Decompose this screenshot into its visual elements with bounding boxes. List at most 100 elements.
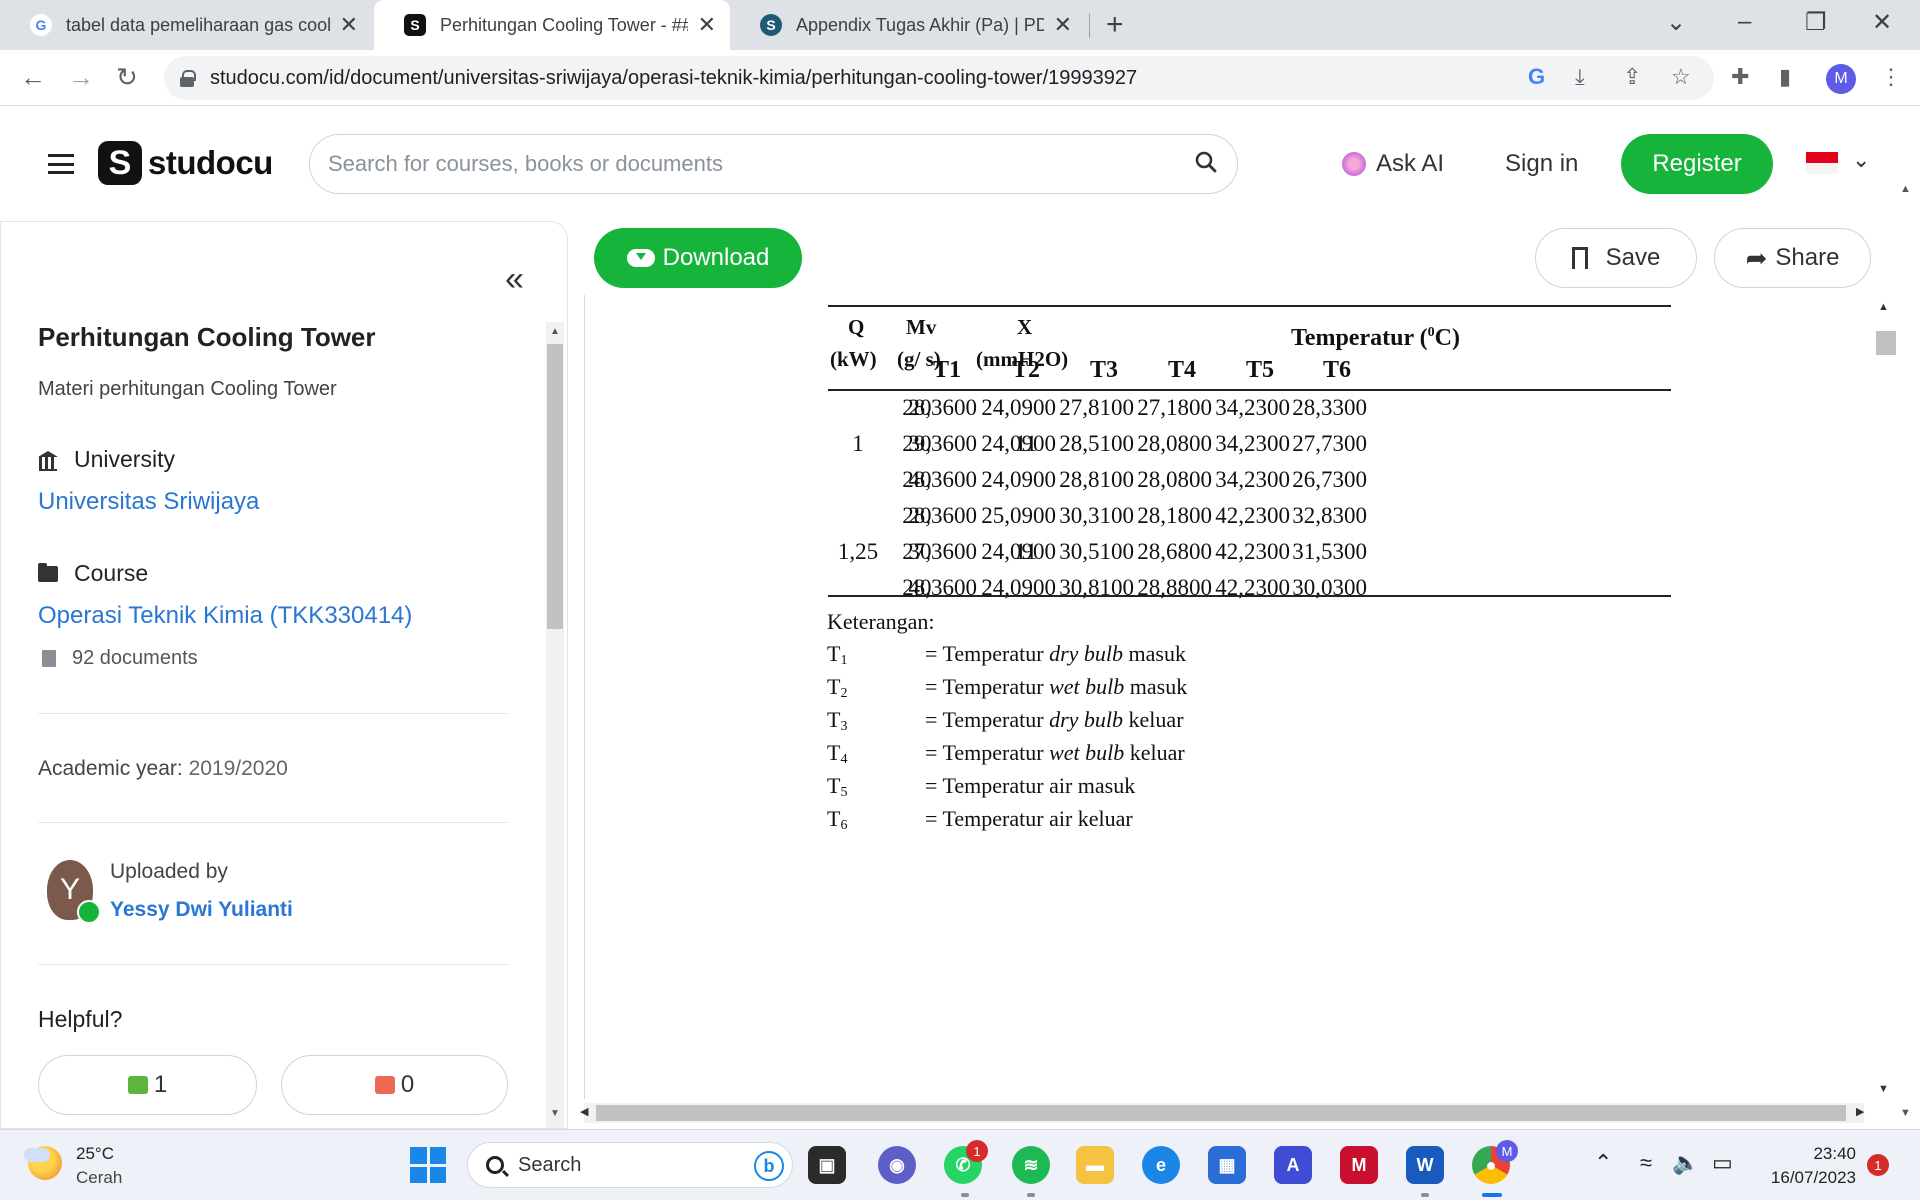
cell-t4: 28,1800: [1137, 503, 1212, 528]
cell-t3: 27,8100: [1059, 395, 1134, 420]
new-tab-plus-icon[interactable]: +: [1106, 8, 1124, 42]
weather-sun-cloud-icon[interactable]: [24, 1146, 62, 1180]
weather-condition[interactable]: Cerah: [76, 1168, 122, 1188]
language-chevron-down-icon[interactable]: ⌄: [1852, 147, 1870, 173]
bookmark-star-icon[interactable]: ☆: [1671, 64, 1691, 90]
tab-perhitungan-cooling-tower[interactable]: S Perhitungan Cooling Tower - ### ✕: [374, 0, 730, 50]
cell-t3: 30,8100: [1059, 575, 1134, 600]
indonesia-flag-icon[interactable]: [1806, 152, 1838, 174]
download-button[interactable]: Download: [594, 228, 802, 288]
microsoft-store-icon[interactable]: ▦: [1208, 1146, 1246, 1184]
upvote-button[interactable]: 1: [38, 1055, 257, 1115]
studocu-favicon-icon: S: [404, 14, 426, 36]
app-a-icon[interactable]: A: [1274, 1146, 1312, 1184]
task-view-icon[interactable]: ▣: [808, 1146, 846, 1184]
search-icon[interactable]: [1195, 151, 1217, 173]
save-button[interactable]: Save: [1535, 228, 1697, 288]
address-bar[interactable]: studocu.com/id/document/universitas-sriw…: [164, 56, 1714, 100]
profile-avatar[interactable]: M: [1826, 64, 1856, 94]
minimize-icon[interactable]: –: [1738, 8, 1751, 36]
sidebar-scrollbar-thumb[interactable]: [547, 344, 563, 629]
taskbar-search-box[interactable]: Search b: [467, 1142, 793, 1188]
close-tab-icon[interactable]: ✕: [1054, 12, 1072, 38]
course-link[interactable]: Operasi Teknik Kimia (TKK330414): [38, 602, 412, 630]
edge-icon[interactable]: e: [1142, 1146, 1180, 1184]
sidebar-scroll-down-icon[interactable]: ▼: [550, 1108, 560, 1119]
divider: [38, 713, 508, 714]
note-emphasis: dry bulb: [1049, 641, 1124, 666]
system-clock[interactable]: 23:40 16/07/2023: [1764, 1142, 1856, 1190]
note-symbol-subscript: 6: [840, 818, 848, 833]
note-emphasis: wet bulb: [1049, 674, 1125, 699]
viewer-scrollbar-thumb[interactable]: [1876, 331, 1896, 355]
share-page-icon[interactable]: ⇪: [1623, 64, 1641, 90]
viewer-scroll-down-icon[interactable]: ▼: [1878, 1083, 1889, 1095]
university-label: University: [38, 446, 175, 473]
close-tab-icon[interactable]: ✕: [340, 12, 358, 38]
note-text-end: masuk: [1123, 641, 1186, 666]
close-tab-icon[interactable]: ✕: [698, 12, 716, 38]
tab-separator: [1089, 14, 1090, 38]
page-scroll-up-icon[interactable]: ▲: [1900, 183, 1911, 195]
page-scroll-down-icon[interactable]: ▼: [1900, 1107, 1911, 1119]
wifi-icon[interactable]: ≈: [1640, 1150, 1652, 1176]
search-input[interactable]: [328, 151, 1188, 177]
course-label: Course: [38, 560, 148, 587]
show-hidden-icons-chevron-icon[interactable]: ⌃: [1594, 1150, 1612, 1176]
sidebar-scroll-up-icon[interactable]: ▲: [550, 326, 560, 337]
note-text: = Temperatur: [925, 740, 1050, 765]
uploader-name-link[interactable]: Yessy Dwi Yulianti: [110, 898, 293, 922]
chrome-menu-icon[interactable]: ⋮: [1880, 64, 1902, 90]
forward-arrow-icon[interactable]: →: [68, 62, 94, 93]
bing-icon[interactable]: b: [754, 1151, 784, 1181]
viewer-scrollbar-track[interactable]: [1873, 295, 1920, 1099]
volume-icon[interactable]: 🔈: [1672, 1150, 1699, 1176]
side-panel-icon[interactable]: ▮: [1779, 64, 1791, 90]
tab-appendix-tugas-akhir[interactable]: S Appendix Tugas Akhir (Pa) | PDF ✕: [730, 0, 1086, 50]
restore-icon[interactable]: ❐: [1805, 8, 1827, 37]
note-symbol-letter: T: [827, 740, 841, 765]
scroll-left-icon[interactable]: ◀: [580, 1105, 588, 1118]
reload-icon[interactable]: ↻: [116, 62, 138, 93]
notification-badge[interactable]: 1: [1867, 1154, 1889, 1176]
google-translate-icon[interactable]: G: [1528, 64, 1545, 90]
horizontal-scrollbar-thumb[interactable]: [596, 1105, 1846, 1121]
battery-icon[interactable]: ▭: [1712, 1150, 1733, 1176]
chrome-profile-badge: M: [1496, 1140, 1518, 1162]
url-text[interactable]: studocu.com/id/document/universitas-sriw…: [210, 67, 1137, 90]
cell-t1: 28,3600: [902, 467, 977, 492]
search-icon: [486, 1156, 504, 1174]
documents-count[interactable]: 92 documents: [42, 647, 198, 670]
studocu-logo[interactable]: S studocu: [98, 141, 273, 185]
spotify-icon[interactable]: ≋: [1012, 1146, 1050, 1184]
install-app-icon[interactable]: ⤓: [1575, 64, 1585, 90]
word-icon[interactable]: W: [1406, 1146, 1444, 1184]
share-button[interactable]: ➦ Share: [1714, 228, 1871, 288]
tab-tabel-data[interactable]: G tabel data pemeliharaan gas cool ✕: [0, 0, 372, 50]
close-window-icon[interactable]: ✕: [1872, 8, 1892, 37]
extensions-puzzle-icon[interactable]: ✚: [1731, 64, 1749, 90]
teams-chat-icon[interactable]: ◉: [878, 1146, 916, 1184]
ask-ai-button[interactable]: Ask AI: [1342, 150, 1444, 178]
cell-t1: 28,3600: [902, 575, 977, 600]
university-link[interactable]: Universitas Sriwijaya: [38, 488, 259, 516]
temp-suffix: C): [1434, 325, 1460, 351]
downvote-button[interactable]: 0: [281, 1055, 508, 1115]
register-button[interactable]: Register: [1621, 134, 1773, 194]
windows-start-icon[interactable]: [410, 1147, 446, 1183]
file-explorer-icon[interactable]: ▬: [1076, 1146, 1114, 1184]
cell-t1: 29,3600: [902, 431, 977, 456]
cell-t6: 30,0300: [1292, 575, 1367, 600]
scroll-right-icon[interactable]: ▶: [1856, 1105, 1864, 1118]
back-arrow-icon[interactable]: ←: [20, 62, 46, 93]
mcafee-icon[interactable]: M: [1340, 1146, 1378, 1184]
download-label: Download: [662, 244, 770, 271]
collapse-sidebar-icon[interactable]: «: [505, 260, 524, 299]
document-page-area[interactable]: Q (kW) Mv (g/ s) X (mmH2O) Temperatur (0…: [584, 295, 1902, 1099]
viewer-scroll-up-icon[interactable]: ▲: [1878, 301, 1889, 313]
lock-icon[interactable]: [180, 70, 196, 87]
weather-temperature[interactable]: 25°C: [76, 1144, 114, 1164]
tab-search-chevron-icon[interactable]: ⌄: [1666, 8, 1686, 37]
hamburger-menu-icon[interactable]: [48, 154, 74, 174]
sign-in-link[interactable]: Sign in: [1505, 150, 1578, 178]
